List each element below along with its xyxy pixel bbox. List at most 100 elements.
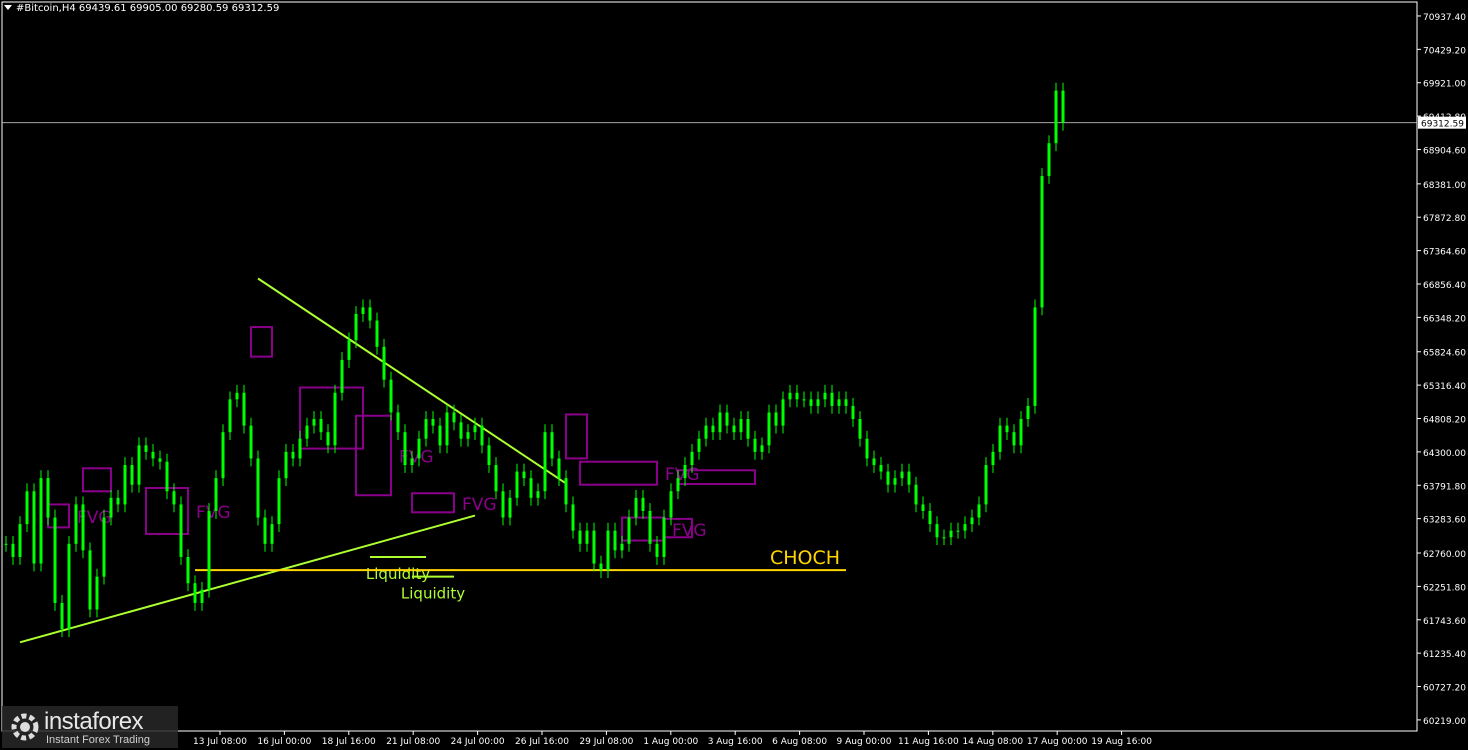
candle-body — [704, 425, 708, 439]
candle-body — [74, 504, 78, 544]
candle-body — [725, 412, 729, 426]
y-tick-label: 68381.00 — [1423, 181, 1466, 191]
candle-body — [333, 392, 337, 446]
x-tick-label: 14 Aug 08:00 — [962, 737, 1023, 747]
fvg-box — [82, 467, 112, 493]
candle-body — [683, 465, 687, 479]
candle-body — [809, 399, 813, 406]
candle-body — [200, 589, 204, 603]
price-chart[interactable]: 70937.4070429.2069921.0069412.8068904.60… — [0, 0, 1468, 750]
candle-body — [816, 399, 820, 406]
candle-body — [193, 583, 197, 603]
candle-body — [11, 543, 15, 557]
candle-body — [1054, 90, 1058, 144]
candle-body — [389, 379, 393, 413]
y-tick-label: 66348.20 — [1423, 314, 1466, 324]
candle-body — [522, 471, 526, 479]
candle-body — [872, 458, 876, 466]
candle-body — [935, 524, 939, 538]
x-tick-label: 9 Aug 00:00 — [837, 737, 892, 747]
x-tick-label: 3 Aug 16:00 — [708, 737, 763, 747]
candle-body — [102, 517, 106, 577]
candle-body — [578, 530, 582, 544]
candle-body — [158, 458, 162, 462]
candle-body — [298, 438, 302, 459]
candle-body — [571, 504, 575, 531]
candle-body — [18, 524, 22, 557]
candle-body — [823, 392, 827, 400]
candle-body — [417, 438, 421, 459]
y-tick-label: 60219.00 — [1423, 717, 1466, 727]
brand-logo: instaforex Instant Forex Trading — [2, 706, 178, 748]
candle-body — [263, 517, 267, 544]
candle-body — [788, 392, 792, 400]
y-tick-label: 62760.00 — [1423, 550, 1466, 560]
liquidity-label: Liquidity — [366, 565, 430, 583]
x-tick-label: 24 Jul 00:00 — [451, 737, 505, 747]
candle-body — [32, 491, 36, 564]
candle-body — [116, 497, 120, 505]
liquidity-label: Liquidity — [401, 585, 465, 603]
candle-body — [536, 491, 540, 498]
candle-body — [907, 471, 911, 485]
x-tick-label: 29 Jul 08:00 — [579, 737, 633, 747]
candle-body — [564, 478, 568, 505]
fvg-box — [355, 414, 392, 497]
brand-tagline: Instant Forex Trading — [46, 734, 150, 746]
candle-body — [858, 419, 862, 439]
candle-body — [781, 399, 785, 426]
candle-body — [949, 530, 953, 538]
candle-body — [942, 537, 946, 539]
fvg-box — [411, 492, 455, 514]
candle-body — [445, 412, 449, 446]
candle-body — [235, 392, 239, 400]
candle-body — [928, 510, 932, 525]
candle-body — [886, 471, 890, 485]
candle-body — [487, 445, 491, 466]
candle-body — [382, 346, 386, 380]
candle-body — [620, 543, 624, 551]
candle-body — [767, 412, 771, 446]
candle-body — [284, 451, 288, 479]
x-tick-label: 21 Jul 08:00 — [386, 737, 440, 747]
candle-body — [270, 524, 274, 544]
y-tick-label: 63283.60 — [1423, 516, 1466, 526]
candle-body — [977, 504, 981, 518]
candle-body — [893, 478, 897, 485]
candle-body — [403, 432, 407, 466]
fvg-box — [250, 326, 273, 358]
candle-body — [459, 422, 463, 439]
candle-body — [39, 478, 43, 564]
candle-body — [844, 399, 848, 406]
fvg-box — [579, 460, 658, 486]
candle-body — [662, 517, 666, 557]
candle-body — [837, 399, 841, 406]
candle-body — [669, 491, 673, 518]
y-tick-label: 68904.60 — [1423, 146, 1466, 156]
candle-body — [340, 359, 344, 393]
candle-body — [998, 425, 1002, 452]
candle-body — [410, 458, 414, 466]
candle-body — [354, 313, 358, 341]
candle-body — [914, 484, 918, 505]
candle-body — [543, 432, 547, 492]
candle-body — [123, 465, 127, 505]
x-tick-label: 17 Aug 00:00 — [1027, 737, 1088, 747]
candle-body — [655, 543, 659, 557]
x-tick-label: 26 Jul 16:00 — [515, 737, 569, 747]
candle-body — [81, 504, 85, 551]
y-tick-label: 70937.40 — [1423, 13, 1466, 23]
fvg-box — [47, 503, 70, 529]
candle-body — [676, 478, 680, 492]
y-tick-label: 70429.20 — [1423, 46, 1466, 56]
candle-body — [529, 478, 533, 498]
candle-body — [319, 419, 323, 433]
candle-body — [697, 438, 701, 452]
y-tick-label: 62251.80 — [1423, 583, 1466, 593]
candle-body — [361, 307, 365, 314]
candle-body — [4, 543, 8, 545]
candle-body — [879, 465, 883, 472]
candle-body — [473, 425, 477, 433]
x-tick-label: 19 Aug 16:00 — [1091, 737, 1152, 747]
candle-body — [648, 510, 652, 544]
